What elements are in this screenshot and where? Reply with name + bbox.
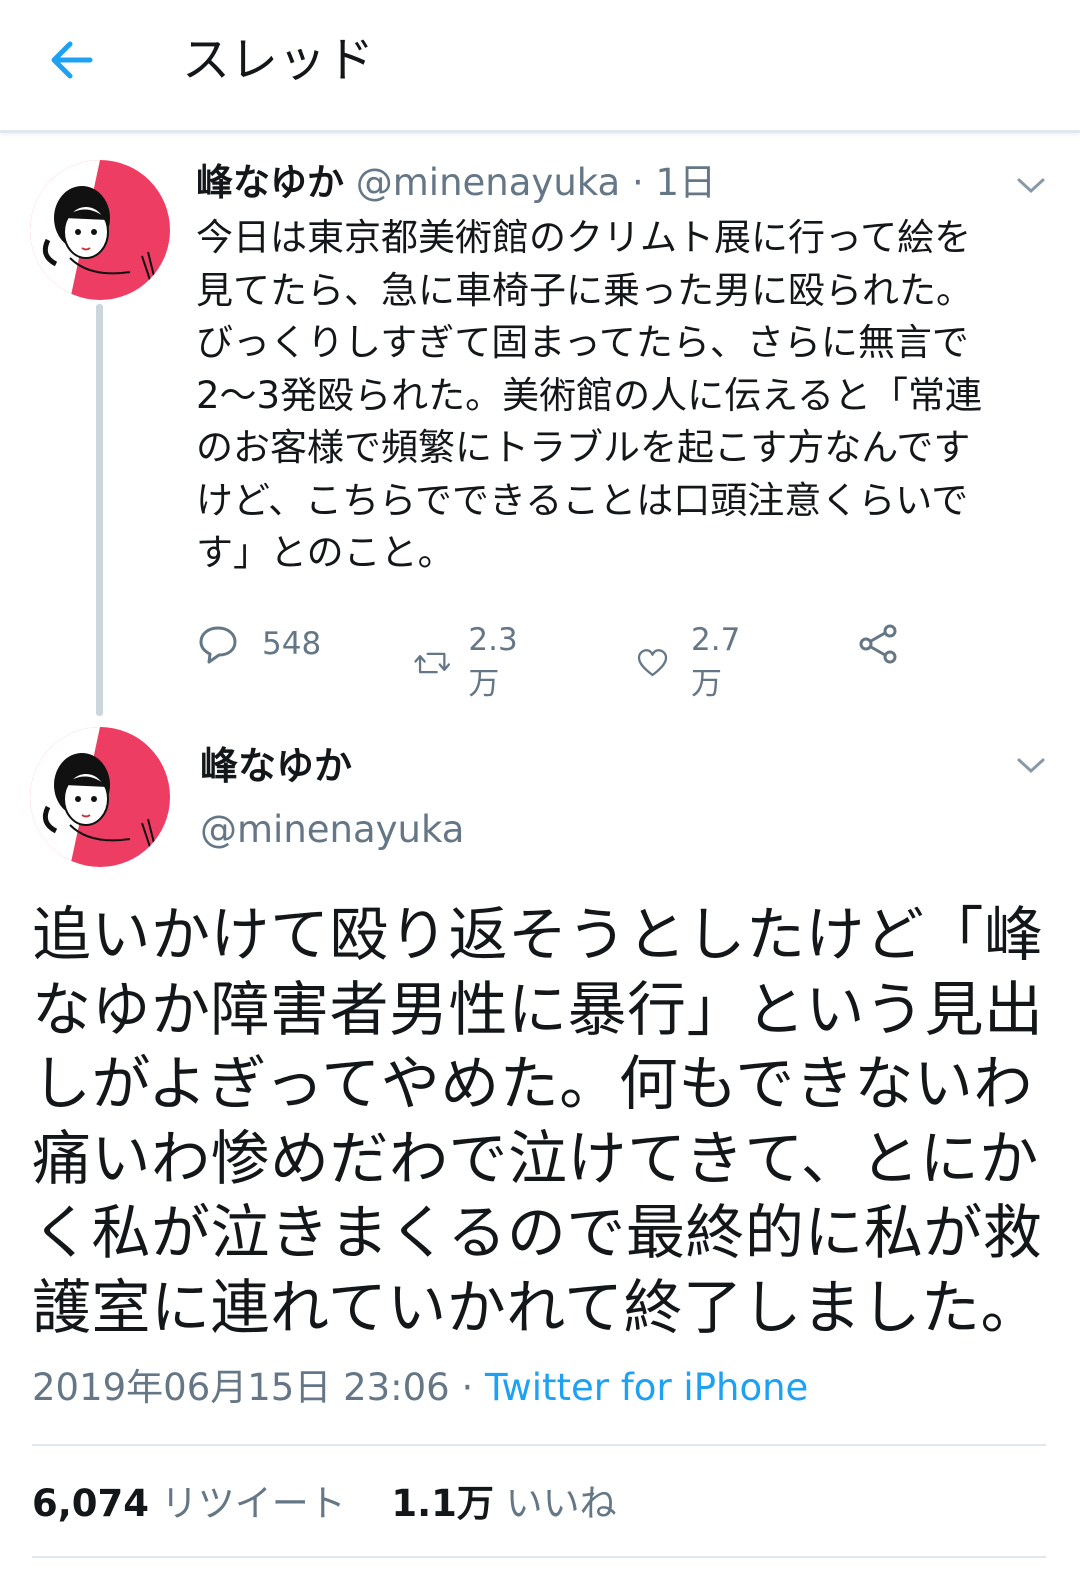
tweet-text-large: 追いかけて殴り返そうとしたけど「峰 なゆか障害者男性に暴行」という見出 しがよぎ…	[32, 900, 1044, 1342]
like-total: 1.1万	[391, 1482, 494, 1525]
like-count: 2.7万	[691, 622, 741, 702]
retweet-icon	[414, 652, 451, 673]
retweet-count: 2.3万	[468, 622, 518, 702]
reply-count: 548	[262, 626, 322, 662]
divider	[32, 1444, 1046, 1446]
retweet-stat[interactable]: 6,074 リツイート	[32, 1482, 358, 1525]
like-label: いいね	[505, 1482, 617, 1525]
avatar[interactable]	[30, 160, 170, 300]
like-stat[interactable]: 1.1万 いいね	[391, 1482, 616, 1525]
divider	[32, 1556, 1046, 1558]
avatar[interactable]	[30, 727, 170, 867]
display-name[interactable]: 峰なゆか	[200, 742, 352, 790]
handle[interactable]: @minenayuka	[356, 161, 620, 204]
share-button[interactable]	[856, 622, 900, 666]
like-button[interactable]: 2.7万	[636, 622, 751, 703]
handle[interactable]: @minenayuka	[200, 806, 464, 854]
separator-dot: ·	[632, 161, 644, 204]
chevron-down-icon[interactable]	[1016, 756, 1046, 776]
reply-button[interactable]: 548	[196, 622, 321, 666]
tweet-text: 今日は東京都美術館のクリムト展に行って絵を 見てたら、急に車椅子に乗った男に殴ら…	[196, 216, 982, 574]
separator-dot: ·	[461, 1366, 486, 1409]
heart-icon	[637, 648, 668, 676]
tweet-meta: 2019年06月15日 23:06 · Twitter for iPhone	[32, 1364, 808, 1412]
display-name[interactable]: 峰なゆか	[196, 161, 344, 204]
reply-icon	[199, 626, 237, 664]
page-title: スレッド	[182, 32, 375, 88]
retweet-total: 6,074	[32, 1482, 150, 1525]
engagement-stats: 6,074 リツイート 1.1万 いいね	[32, 1478, 617, 1530]
tweet-time[interactable]: 1日	[656, 161, 717, 204]
share-icon	[859, 624, 897, 664]
top-bar: スレッド	[0, 0, 1080, 133]
back-arrow-icon[interactable]	[44, 36, 100, 84]
tweet-header: 峰なゆか @minenayuka · 1日	[196, 160, 716, 206]
tweet-timestamp: 2019年06月15日 23:06	[32, 1366, 450, 1409]
tweet-source-link[interactable]: Twitter for iPhone	[485, 1366, 808, 1409]
retweet-label: リツイート	[160, 1482, 346, 1525]
chevron-down-icon[interactable]	[1016, 176, 1046, 196]
retweet-button[interactable]: 2.3万	[414, 622, 529, 703]
thread-connector-line	[96, 304, 103, 716]
